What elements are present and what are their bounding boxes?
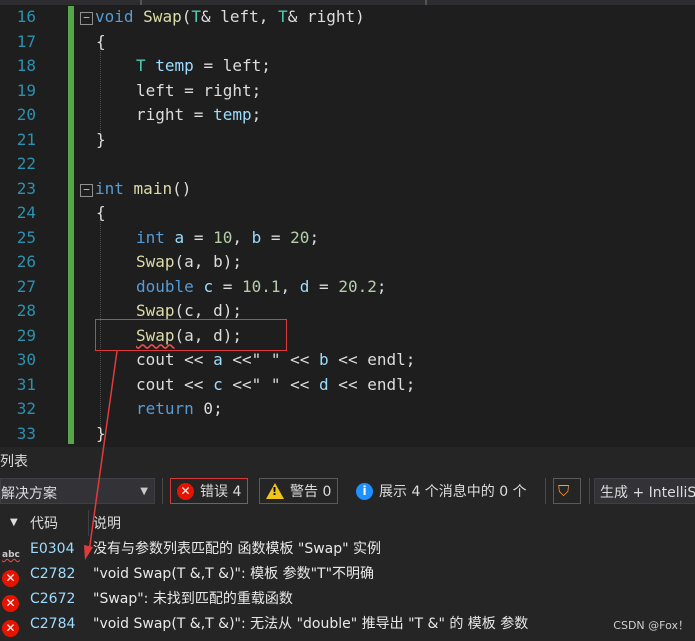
filter-button[interactable]: ⛉ <box>553 478 581 504</box>
line-number: 27 <box>16 276 36 296</box>
code-line-19: left = right; <box>136 80 262 100</box>
error-icon: ✕ <box>177 482 194 500</box>
line-number: 32 <box>16 399 36 418</box>
error-row[interactable]: ✕ C2672 "Swap": 未找到匹配的重载函数 <box>0 587 695 612</box>
line-number: 24 <box>16 203 36 222</box>
build-source-dropdown[interactable]: 生成 + IntelliS <box>594 478 695 504</box>
code-line-18: T temp = left; <box>136 56 271 75</box>
error-code[interactable]: E0304 <box>30 537 90 562</box>
code-line-32: return 0; <box>136 399 223 418</box>
line-number: 20 <box>16 105 36 124</box>
error-description: "void Swap(T &,T &)": 无法从 "double" 推导出 "… <box>93 616 529 632</box>
code-line-21: } <box>96 129 106 149</box>
line-number: 33 <box>16 423 36 443</box>
code-line-16: − void Swap(T& left, T& right) <box>80 5 365 30</box>
error-row[interactable]: ✕ C2782 "void Swap(T &,T &)": 模板 参数"T"不明确 <box>0 562 695 587</box>
toolbar-divider <box>545 478 546 504</box>
chevron-down-icon: ▼ <box>140 486 148 497</box>
line-number: 31 <box>16 374 36 394</box>
column-header-description[interactable]: 说明 <box>93 513 121 533</box>
filter-icon: ⛉ <box>558 482 570 500</box>
change-indicator-bar <box>68 6 74 444</box>
line-number: 18 <box>16 56 36 75</box>
error-description: "Swap": 未找到匹配的重载函数 <box>93 591 293 607</box>
warnings-filter-button[interactable]: ! 警告 0 <box>259 478 339 504</box>
line-number: 21 <box>16 129 36 149</box>
line-number: 23 <box>16 178 36 198</box>
code-line-27: double c = 10.1, d = 20.2; <box>136 276 387 296</box>
code-line-17: { <box>96 31 106 51</box>
error-icon: ✕ <box>2 616 19 641</box>
line-number: 19 <box>16 80 36 100</box>
line-number: 30 <box>16 350 36 369</box>
code-line-24: { <box>96 203 106 222</box>
code-line-26: Swap(a, b); <box>136 252 242 271</box>
code-editor[interactable]: 16 17 18 19 20 21 22 23 24 25 26 27 28 29 30 31 32 33 − vo… <box>0 0 695 447</box>
line-number: 17 <box>16 31 36 51</box>
line-number: 26 <box>16 252 36 271</box>
column-header-code[interactable]: 代码 <box>30 513 58 533</box>
collapse-icon[interactable]: − <box>80 183 93 197</box>
errors-filter-button[interactable]: ✕ 错误 4 <box>170 478 249 504</box>
watermark: CSDN @Fox！ <box>613 619 689 632</box>
collapse-icon[interactable]: − <box>80 12 93 25</box>
scope-dropdown[interactable]: 解决方案 ▼ <box>0 478 155 504</box>
highlight-box <box>95 319 287 351</box>
toolbar-divider <box>162 478 163 504</box>
panel-title: 列表 <box>0 454 28 470</box>
error-code[interactable]: C2782 <box>30 562 90 587</box>
error-code[interactable]: C2784 <box>30 612 90 637</box>
line-number: 25 <box>16 227 36 247</box>
messages-filter-button[interactable]: i 展示 4 个消息中的 0 个 <box>349 478 534 504</box>
line-number: 28 <box>16 301 36 320</box>
line-number: 29 <box>16 325 36 345</box>
warning-icon: ! <box>266 483 284 499</box>
line-number: 22 <box>16 154 36 173</box>
code-line-31: cout << c <<" " << d << endl; <box>136 374 416 394</box>
code-line-25: int a = 10, b = 20; <box>136 227 320 247</box>
code-line-23: − int main() <box>80 177 191 202</box>
error-row[interactable]: abc E0304 没有与参数列表匹配的 函数模板 "Swap" 实例 <box>0 537 695 562</box>
indent-guide <box>100 42 101 134</box>
line-number: 16 <box>16 7 36 26</box>
toolbar-divider <box>589 478 590 504</box>
error-code[interactable]: C2672 <box>30 587 90 612</box>
column-divider <box>88 510 89 536</box>
error-description: 没有与参数列表匹配的 函数模板 "Swap" 实例 <box>93 541 382 557</box>
sort-icon[interactable]: ▼ <box>10 517 18 528</box>
code-line-33: } <box>96 423 106 443</box>
error-description: "void Swap(T &,T &)": 模板 参数"T"不明确 <box>93 566 375 582</box>
error-row[interactable]: ✕ C2784 "void Swap(T &,T &)": 无法从 "double"… <box>0 612 695 637</box>
info-icon: i <box>356 482 373 500</box>
code-line-20: right = temp; <box>136 105 262 124</box>
code-line-30: cout << a <<" " << b << endl; <box>136 350 416 369</box>
error-list-panel: 列表 解决方案 ▼ ✕ 错误 4 ! 警告 0 i 展示 4 个消息中的 0 个 ⛉ 生… <box>0 447 695 641</box>
